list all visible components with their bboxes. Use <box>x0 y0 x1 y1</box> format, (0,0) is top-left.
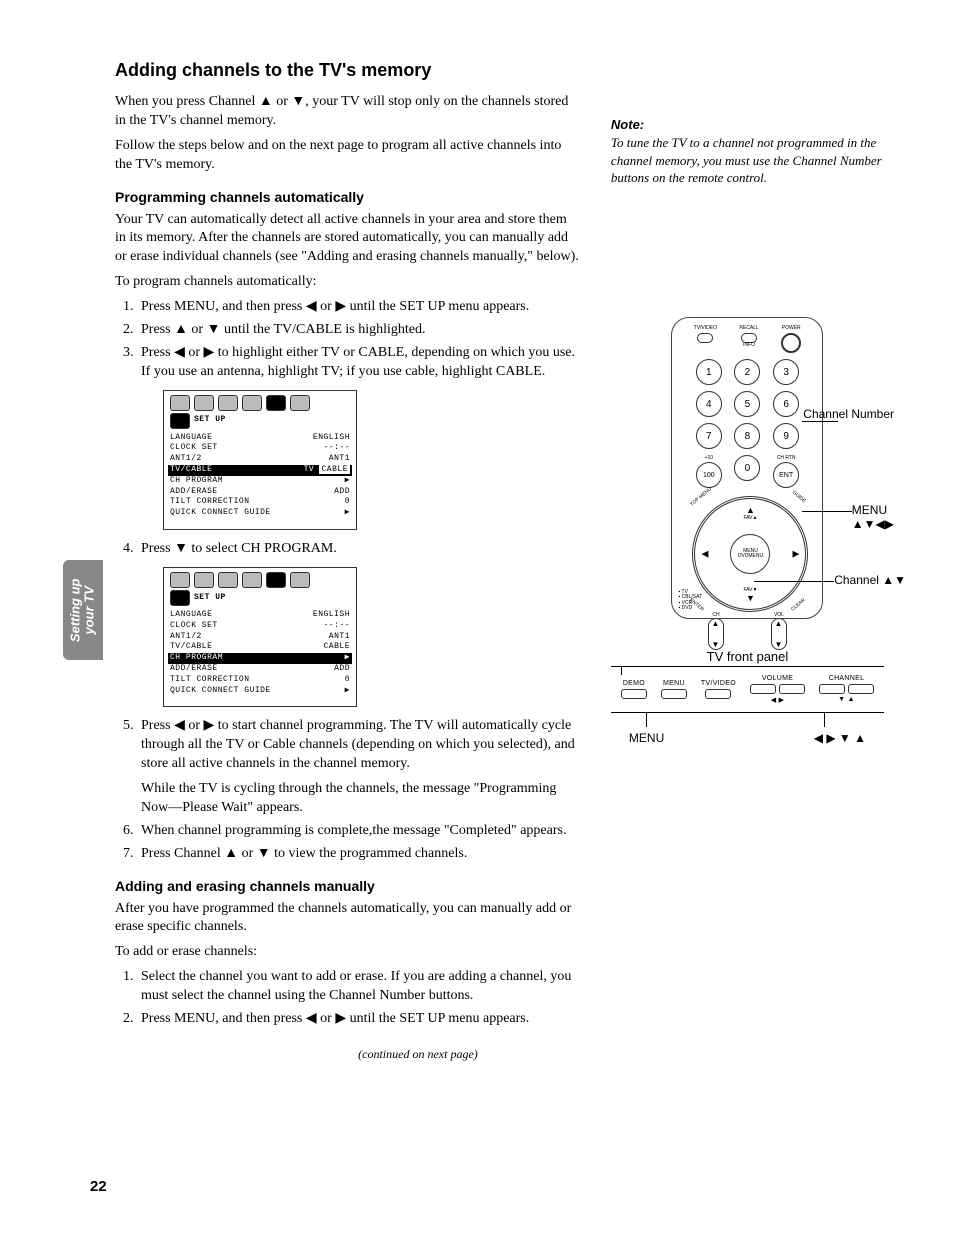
remote-num-8: 8 <box>734 423 760 449</box>
callout-channel-updown: Channel ▲▼ <box>834 573 906 587</box>
auto-step-4: Press ▼ to select CH PROGRAM. SET UP LAN… <box>137 540 581 707</box>
osd-screenshot-2: SET UP LANGUAGEENGLISH CLOCK SET--:-- AN… <box>163 567 357 707</box>
note-heading: Note: <box>611 117 884 132</box>
page-number: 22 <box>90 1178 107 1195</box>
remote-num-100: 100 <box>696 462 722 488</box>
panel-callout-menu: MENU <box>629 731 664 745</box>
remote-num-5: 5 <box>734 391 760 417</box>
subhead-manual: Adding and erasing channels manually <box>115 878 581 894</box>
main-column: When you press Channel ▲ or ▼, your TV w… <box>115 87 581 1062</box>
remote-num-6: 6 <box>773 391 799 417</box>
manual-para-1: After you have programmed the channels a… <box>115 900 581 938</box>
auto-step-7: Press Channel ▲ or ▼ to view the program… <box>137 845 581 864</box>
tv-front-panel: TV front panel DEMO MENU TV/VIDEO VOLUME… <box>611 649 884 745</box>
remote-illustration: TV/VIDEO RECALLINFO POWER 1 2 3 4 5 6 7 … <box>611 317 884 619</box>
auto-step-2: Press ▲ or ▼ until the TV/CABLE is highl… <box>137 321 581 340</box>
osd-screenshot-1: SET UP LANGUAGEENGLISH CLOCK SET--:-- AN… <box>163 390 357 530</box>
auto-step-6: When channel programming is complete,the… <box>137 822 581 841</box>
callout-menu: MENU ▲▼◀▶ <box>852 503 894 532</box>
remote-num-ent: ENT <box>773 462 799 488</box>
chapter-tab-line2: your TV <box>82 586 97 634</box>
osd2-title: SET UP <box>194 593 226 604</box>
subhead-auto: Programming channels automatically <box>115 189 581 205</box>
note-body: To tune the TV to a channel not programm… <box>611 134 884 187</box>
intro-para-1: When you press Channel ▲ or ▼, your TV w… <box>115 93 581 131</box>
remote-num-9: 9 <box>773 423 799 449</box>
manual-step-2: Press MENU, and then press ◀ or ▶ until … <box>137 1010 581 1029</box>
panel-callout-arrows: ◀ ▶ ▼ ▲ <box>814 731 866 745</box>
intro-para-2: Follow the steps below and on the next p… <box>115 137 581 175</box>
manual-steps: Select the channel you want to add or er… <box>115 968 581 1029</box>
auto-para-2: To program channels automatically: <box>115 273 581 292</box>
chapter-tab: Setting up your TV <box>63 560 103 660</box>
remote-num-2: 2 <box>734 359 760 385</box>
auto-step-5: Press ◀ or ▶ to start channel programmin… <box>137 717 581 817</box>
remote-num-1: 1 <box>696 359 722 385</box>
remote-num-3: 3 <box>773 359 799 385</box>
auto-para-1: Your TV can automatically detect all act… <box>115 211 581 268</box>
manual-para-2: To add or erase channels: <box>115 943 581 962</box>
chapter-tab-line1: Setting up <box>68 578 83 642</box>
auto-steps: Press MENU, and then press ◀ or ▶ until … <box>115 298 581 863</box>
callout-channel-number: Channel Number <box>803 407 894 421</box>
remote-num-4: 4 <box>696 391 722 417</box>
continued-notice: (continued on next page) <box>255 1047 581 1062</box>
remote-num-0: 0 <box>734 455 760 481</box>
remote-num-7: 7 <box>696 423 722 449</box>
remote-dpad: TOP MENU GUIDE FAV▲ ▲ ◀ MENU DVDMENU ▶ ▼… <box>692 496 802 606</box>
manual-step-1: Select the channel you want to add or er… <box>137 968 581 1006</box>
page-title: Adding channels to the TV's memory <box>115 60 884 81</box>
osd1-title: SET UP <box>194 415 226 426</box>
auto-step-1: Press MENU, and then press ◀ or ▶ until … <box>137 298 581 317</box>
auto-step-3: Press ◀ or ▶ to highlight either TV or C… <box>137 344 581 530</box>
side-column: Note: To tune the TV to a channel not pr… <box>611 87 884 1062</box>
